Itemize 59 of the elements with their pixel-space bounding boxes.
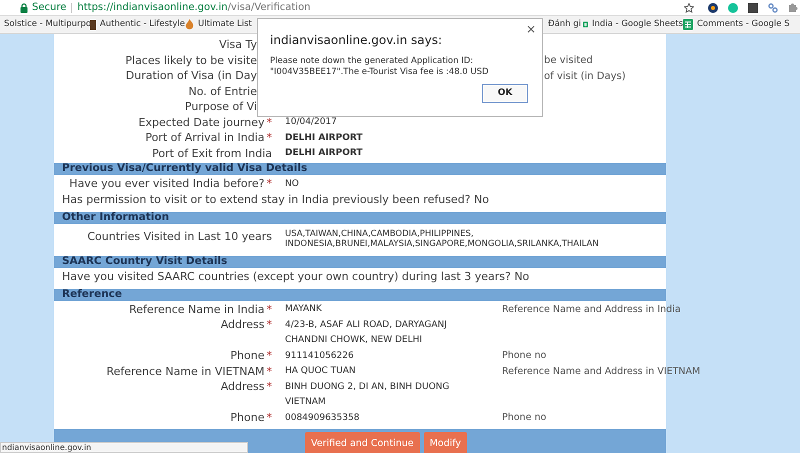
lock-icon <box>20 2 28 12</box>
section-header: Reference <box>54 288 666 300</box>
link-preview-tooltip: ndianvisaonline.gov.in <box>0 442 248 453</box>
field-label: Port of Arrival in India * <box>145 130 273 146</box>
field-value: VIETNAM <box>285 396 326 408</box>
field-value: BINH DUONG 2, DI AN, BINH DUONG <box>285 380 450 394</box>
field-value: CHANDNI CHOWK, NEW DELHI <box>285 334 422 346</box>
field-label: Expected Date journey * <box>138 114 273 130</box>
question-text: Has permission to visit or to extend stay in India previously been refused? No <box>62 192 489 208</box>
field-value: 4/23-B, ASAF ALI ROAD, DARYAGANJ <box>285 318 447 332</box>
bookmark-item[interactable]: India - Google Sheets <box>592 18 683 31</box>
field-label: Phone * <box>230 348 273 364</box>
field-value: 911141056226 <box>285 350 354 362</box>
url-text[interactable]: https://indianvisaonline.gov.in/visa/Verification <box>77 0 311 15</box>
field-hint: be visited <box>544 54 593 68</box>
spreadsheet-icon <box>583 19 588 30</box>
link-icon[interactable] <box>768 2 778 12</box>
field-label: No. of Entrie <box>188 84 258 100</box>
dialog-title: indianvisaonline.gov.in says: <box>270 32 442 49</box>
bookmark-item[interactable]: Ultimate List <box>198 18 252 31</box>
bookmark-item[interactable]: Solstice - Multipurpo <box>4 18 92 31</box>
field-value: DELHI AIRPORT <box>285 132 363 144</box>
field-value: MAYANK <box>285 303 322 316</box>
field-label: Address * <box>220 379 273 395</box>
field-label: Purpose of Vi <box>184 99 258 115</box>
field-value: 0084909635358 <box>285 412 360 424</box>
flame-icon <box>185 19 194 30</box>
star-icon[interactable] <box>684 2 694 12</box>
section-header: SAARC Country Visit Details <box>54 256 666 268</box>
puzzle-icon[interactable] <box>788 2 798 12</box>
field-hint: of visit (in Days) <box>544 70 626 84</box>
field-hint: Phone no <box>502 349 546 364</box>
field-label: Phone * <box>230 410 273 426</box>
field-label: Countries Visited in Last 10 years <box>87 228 273 244</box>
field-value: NO <box>285 178 299 190</box>
spreadsheet-icon <box>683 19 693 30</box>
bookmark-item[interactable]: Authentic - Lifestyle <box>100 18 185 31</box>
bookmark-item[interactable]: Đánh gi <box>548 18 582 31</box>
field-hint: Reference Name and Address in India <box>502 302 681 317</box>
thumbnail-icon <box>90 20 96 30</box>
section-header: Previous Visa/Currently valid Visa Details <box>54 163 666 175</box>
field-label: Reference Name in VIETNAM * <box>106 364 273 380</box>
field-value: DELHI AIRPORT <box>285 147 363 160</box>
field-value: HA QUOC TUAN <box>285 365 356 378</box>
question-text: Have you visited SAARC countries (except your own country) during last 3 years? No <box>62 268 530 285</box>
bookmark-item[interactable]: Comments - Google S <box>697 18 790 31</box>
field-label: Port of Exit from India <box>152 146 273 162</box>
field-label: Reference Name in India * <box>129 302 273 318</box>
field-value: USA,TAIWAN,CHINA,CAMBODIA,PHILIPPINES, INDONESIA,BRUNEI,MALAYSIA,SINGAPORE,MONGOLIA,SRILANKA,THAILAN <box>285 228 600 248</box>
close-button[interactable]: × <box>526 23 536 35</box>
ok-button[interactable]: OK <box>482 84 528 103</box>
field-value: 10/04/2017 <box>285 116 337 129</box>
section-header: Other Information <box>54 212 666 224</box>
field-label: Have you ever visited India before? * <box>69 176 273 192</box>
field-label: Address * <box>220 317 273 333</box>
secure-label: Secure <box>32 1 66 15</box>
field-hint: Phone no <box>502 411 546 426</box>
field-hint: Reference Name and Address in VIETNAM <box>502 364 700 379</box>
dialog-message: Please note down the generated Application ID: "I004V35BEE17".The e-Tourist Visa fee is :48.0 USD <box>270 56 490 78</box>
